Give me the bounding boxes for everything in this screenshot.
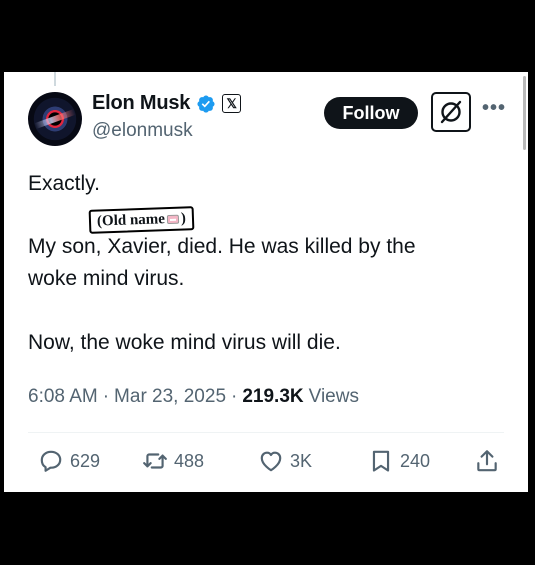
share-icon xyxy=(477,450,497,472)
meta-separator: · xyxy=(102,386,110,407)
old-name-sticker: (Old name ) xyxy=(89,207,194,233)
thread-line xyxy=(54,72,56,86)
avatar[interactable] xyxy=(28,92,82,146)
meta-separator: · xyxy=(231,386,238,407)
name-tag-icon xyxy=(166,214,180,224)
sticker-label: (Old name xyxy=(96,210,166,230)
post-date[interactable]: Mar 23, 2025 xyxy=(114,386,226,408)
views-count: 219.3K xyxy=(242,386,304,407)
post-text-line: woke mind virus. xyxy=(28,267,185,290)
like-button[interactable]: 3K xyxy=(258,448,312,474)
like-count: 3K xyxy=(290,450,313,471)
bookmark-button[interactable]: 240 xyxy=(368,448,430,474)
post-text-line: Now, the woke mind virus will die. xyxy=(28,331,341,354)
reply-button[interactable]: 629 xyxy=(38,448,100,474)
grok-button[interactable] xyxy=(431,92,471,132)
scrollbar[interactable] xyxy=(523,76,526,150)
post-metadata: 6:08 AM · Mar 23, 2025 · 219.3K Views xyxy=(28,386,359,408)
x-affiliation-icon: 𝕏 xyxy=(222,94,242,113)
post-text-line: My son, Xavier, died. He was killed by t… xyxy=(28,235,416,258)
action-bar: 629 488 3K 240 xyxy=(28,448,508,482)
bookmark-icon xyxy=(372,450,390,472)
bookmark-count: 240 xyxy=(400,450,431,471)
author-handle[interactable]: @elonmusk xyxy=(92,120,193,142)
heart-icon xyxy=(260,451,282,472)
reply-icon xyxy=(40,450,62,472)
more-options-icon[interactable]: ••• xyxy=(482,98,506,118)
divider xyxy=(28,432,504,433)
follow-button[interactable]: Follow xyxy=(324,97,418,129)
views-label: Views xyxy=(308,386,359,407)
repost-button[interactable]: 488 xyxy=(142,448,204,474)
repost-icon xyxy=(143,453,167,469)
post-text-line: Exactly. xyxy=(28,172,100,195)
author-name-row: Elon Musk 𝕏 xyxy=(92,92,242,115)
repost-count: 488 xyxy=(174,450,205,471)
share-button[interactable] xyxy=(474,448,500,474)
post-card: Elon Musk 𝕏 @elonmusk Follow ••• Exactly… xyxy=(4,72,528,492)
reply-count: 629 xyxy=(70,450,101,471)
sticker-suffix: ) xyxy=(180,209,187,227)
verified-badge-icon xyxy=(197,94,215,113)
grok-icon xyxy=(440,100,462,124)
post-time[interactable]: 6:08 AM xyxy=(28,386,98,408)
author-name[interactable]: Elon Musk xyxy=(92,92,190,115)
